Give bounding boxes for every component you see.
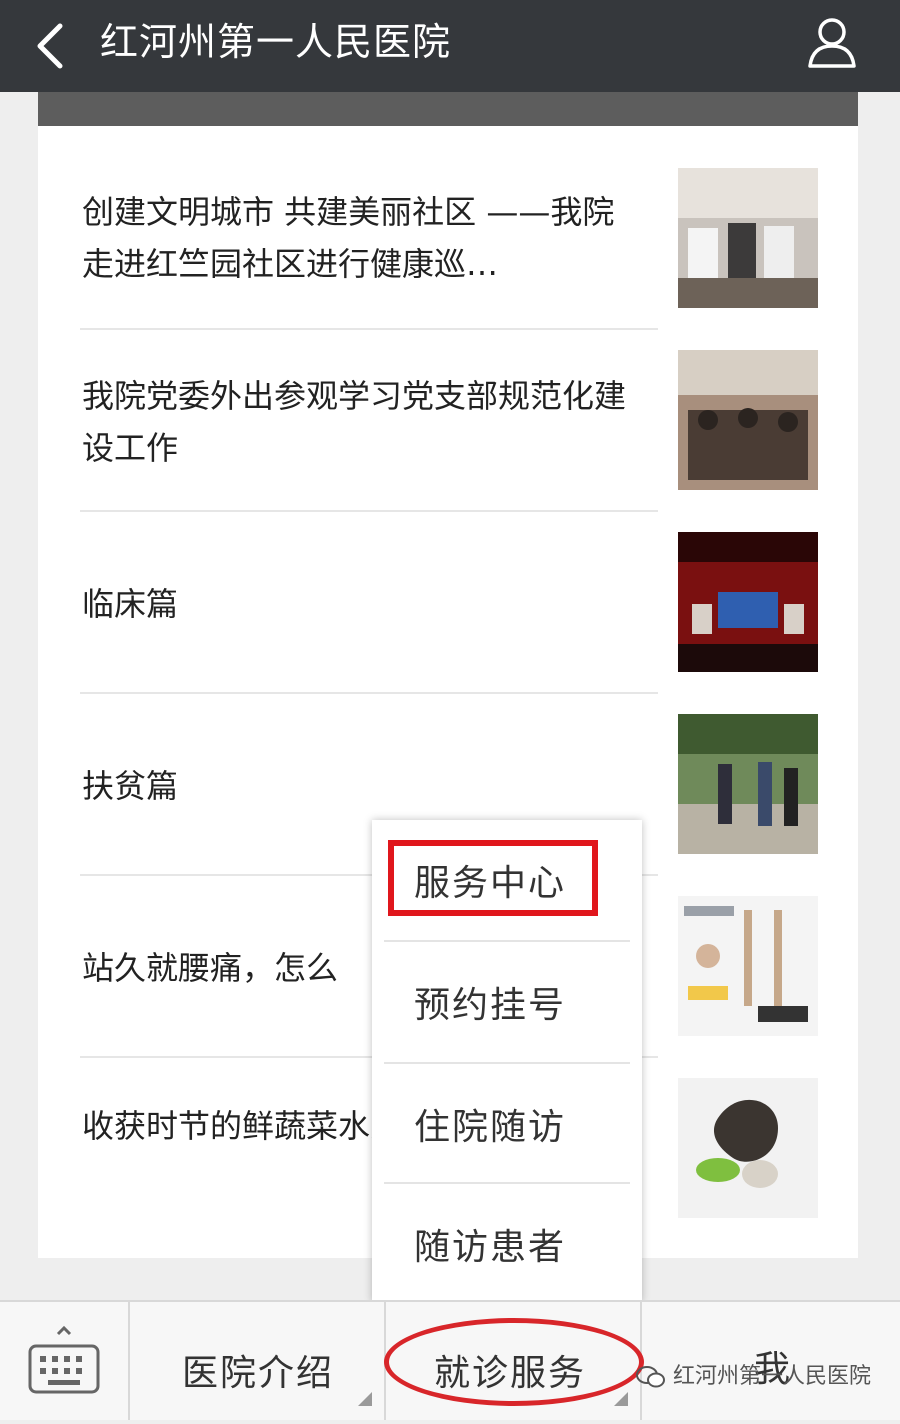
article-thumbnail [678, 350, 818, 490]
watermark: 红河州第一人民医院 [636, 1358, 871, 1390]
menu-item-appointment[interactable]: 预约挂号 [372, 942, 642, 1062]
menu-item-label: 住院随访 [414, 1107, 567, 1148]
banner-image-strip [38, 92, 858, 126]
keyboard-icon [28, 1325, 100, 1394]
article-title: 我院党委外出参观学习党支部规范化建设工作 [82, 377, 627, 467]
article-title: 临床篇 [82, 585, 179, 623]
chevron-left-icon[interactable] [30, 18, 70, 74]
wechat-icon [636, 1366, 665, 1388]
menu-item-followup-patients[interactable]: 随访患者 [372, 1184, 642, 1304]
top-navigation-bar: 红河州第一人民医院 [0, 0, 900, 92]
watermark-text: 红河州第一人民医院 [673, 1364, 872, 1389]
menu-item-label: 随访患者 [414, 1227, 567, 1268]
article-title: 创建文明城市 共建美丽社区 ——我院走进红竺园社区进行健康巡… [82, 193, 615, 283]
highlight-annotation [388, 840, 598, 916]
article-thumbnail [678, 896, 818, 1036]
page-title: 红河州第一人民医院 [100, 20, 452, 64]
highlight-annotation [384, 1318, 644, 1406]
article-item-1[interactable]: 创建文明城市 共建美丽社区 ——我院走进红竺园社区进行健康巡… [38, 146, 858, 330]
menu-item-service-center[interactable]: 服务中心 [372, 820, 642, 940]
article-thumbnail [678, 532, 818, 672]
user-icon[interactable] [804, 12, 860, 72]
submenu-indicator-icon [358, 1392, 372, 1406]
article-item-2[interactable]: 我院党委外出参观学习党支部规范化建设工作 [38, 330, 858, 512]
submenu-indicator-icon [614, 1392, 628, 1406]
article-title: 扶贫篇 [82, 767, 179, 805]
keyboard-toggle-button[interactable] [0, 1302, 128, 1420]
article-thumbnail [678, 714, 818, 854]
tab-hospital-intro[interactable]: 医院介绍 [128, 1302, 386, 1420]
article-item-3[interactable]: 临床篇 [38, 512, 858, 694]
menu-item-label: 预约挂号 [414, 985, 567, 1026]
tab-label: 医院介绍 [182, 1353, 335, 1394]
service-submenu: 服务中心 预约挂号 住院随访 随访患者 [372, 820, 642, 1302]
menu-item-inpatient-followup[interactable]: 住院随访 [372, 1064, 642, 1184]
article-thumbnail [678, 1078, 818, 1218]
article-thumbnail [678, 168, 818, 308]
